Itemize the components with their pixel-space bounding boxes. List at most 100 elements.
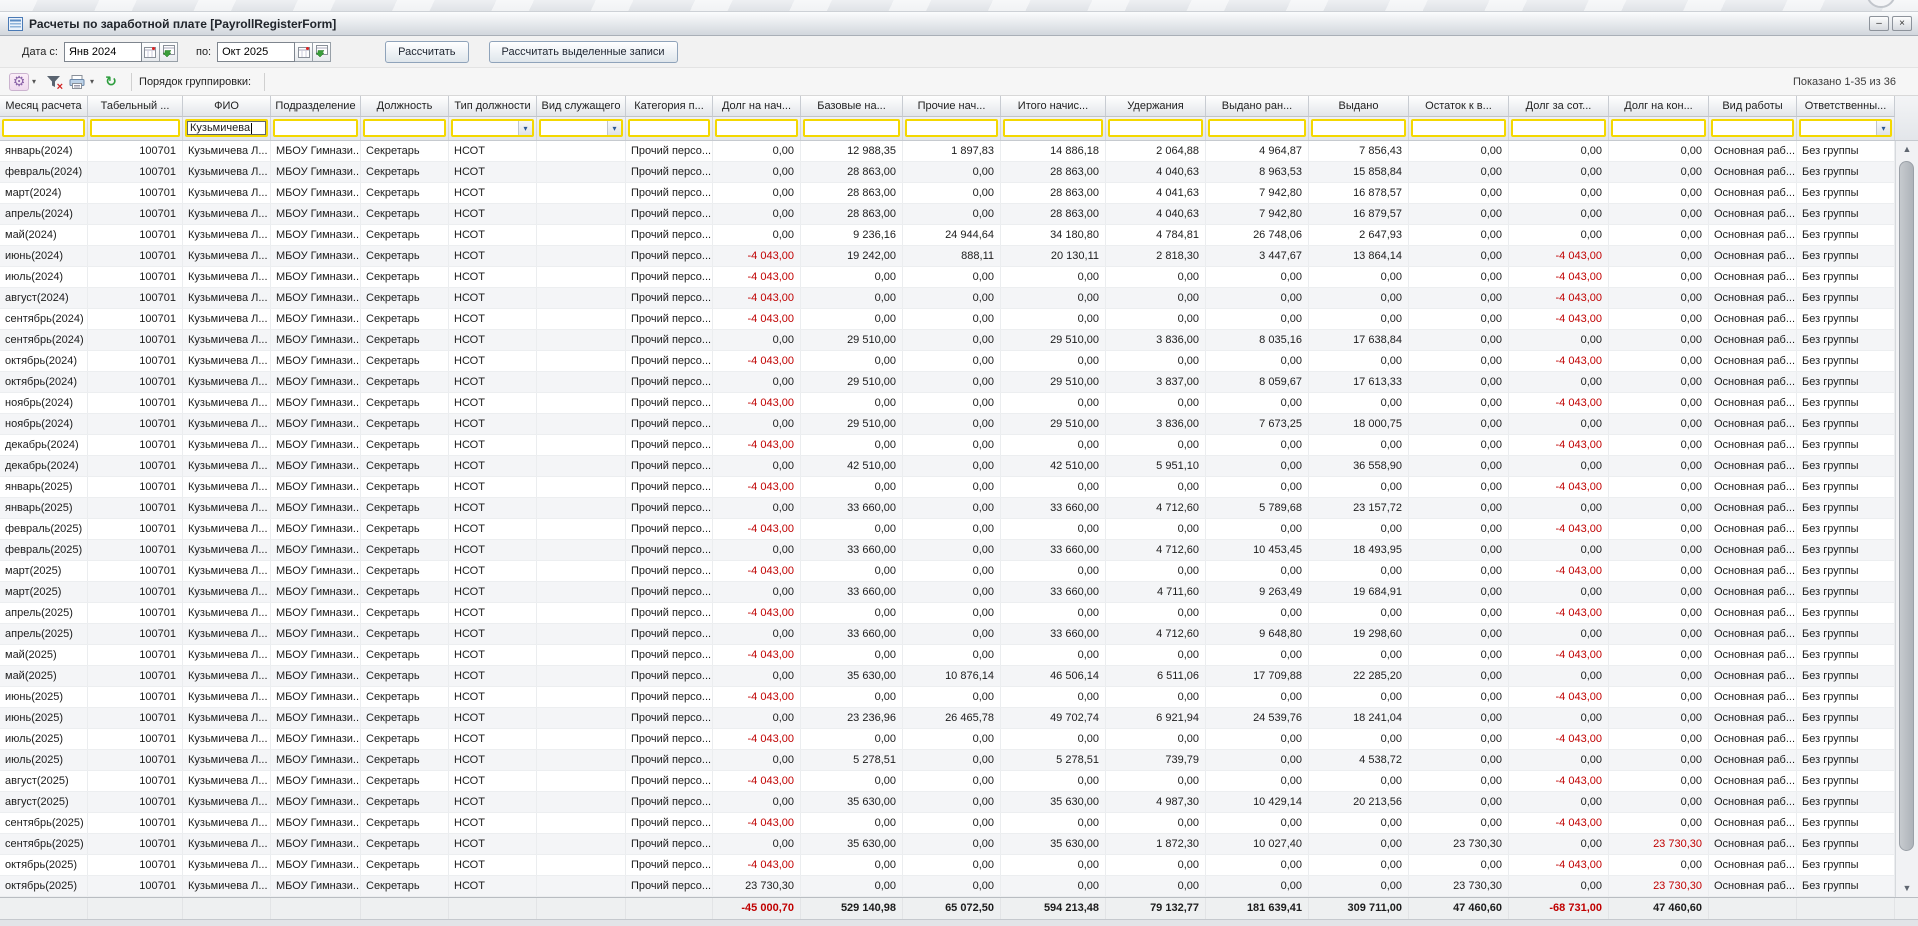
date-from-calendar-icon[interactable] [142, 42, 160, 62]
date-to-calendar-icon[interactable] [295, 42, 313, 62]
filter-base-accruals-input[interactable] [805, 121, 898, 135]
table-row[interactable]: август(2025)100701Кузьмичева Л...МБОУ Ги… [0, 792, 1918, 813]
filter-other-accruals-input[interactable] [907, 121, 996, 135]
vertical-scrollbar[interactable]: ▲ ▼ [1895, 141, 1918, 897]
table-row[interactable]: май(2025)100701Кузьмичева Л...МБОУ Гимна… [0, 645, 1918, 666]
column-header-position[interactable]: Должность [361, 96, 449, 117]
filter-paid-earlier-input[interactable] [1210, 121, 1304, 135]
refresh-icon[interactable]: ↻ [100, 72, 122, 92]
column-header-total-accruals[interactable]: Итого начис... [1001, 96, 1106, 117]
filter-debt-end-input[interactable] [1613, 121, 1704, 135]
column-header-remainder[interactable]: Остаток к в... [1409, 96, 1509, 117]
filter-fio-input[interactable]: Кузьмичева [187, 121, 266, 135]
calculate-button[interactable]: Рассчитать [385, 41, 468, 63]
column-header-paid[interactable]: Выдано [1309, 96, 1409, 117]
table-row[interactable]: октябрь(2024)100701Кузьмичева Л...МБОУ Г… [0, 372, 1918, 393]
filter-work-type-input[interactable] [1713, 121, 1792, 135]
table-row[interactable]: май(2024)100701Кузьмичева Л...МБОУ Гимна… [0, 225, 1918, 246]
column-header-position-type[interactable]: Тип должности [449, 96, 537, 117]
table-row[interactable]: январь(2025)100701Кузьмичева Л...МБОУ Ги… [0, 477, 1918, 498]
table-row[interactable]: ноябрь(2024)100701Кузьмичева Л...МБОУ Ги… [0, 414, 1918, 435]
minimize-button[interactable]: – [1869, 16, 1889, 31]
scroll-up-icon[interactable]: ▲ [1896, 144, 1918, 154]
table-row[interactable]: февраль(2025)100701Кузьмичева Л...МБОУ Г… [0, 519, 1918, 540]
table-row[interactable]: октябрь(2024)100701Кузьмичева Л...МБОУ Г… [0, 351, 1918, 372]
scroll-down-icon[interactable]: ▼ [1896, 883, 1918, 893]
column-header-tab-number[interactable]: Табельный ... [88, 96, 183, 117]
date-from-pick-icon[interactable] [160, 42, 178, 62]
filter-position-input[interactable] [365, 121, 444, 135]
filter-month-input[interactable] [4, 121, 83, 135]
clear-filter-icon[interactable]: × [42, 72, 64, 92]
column-header-fio[interactable]: ФИО [183, 96, 271, 117]
table-row[interactable]: сентябрь(2024)100701Кузьмичева Л...МБОУ … [0, 309, 1918, 330]
table-row[interactable]: сентябрь(2024)100701Кузьмичева Л...МБОУ … [0, 330, 1918, 351]
settings-gear-icon[interactable]: ⚙ [8, 72, 30, 92]
filter-responsible-dropdown-icon[interactable]: ▾ [1876, 121, 1890, 135]
table-row[interactable]: декабрь(2024)100701Кузьмичева Л...МБОУ Г… [0, 435, 1918, 456]
filter-category-input[interactable] [630, 121, 708, 135]
calculate-selected-button[interactable]: Рассчитать выделенные записи [489, 41, 678, 63]
print-dropdown-icon[interactable]: ▾ [90, 77, 94, 86]
table-row[interactable]: июль(2024)100701Кузьмичева Л...МБОУ Гимн… [0, 267, 1918, 288]
filter-remainder-input[interactable] [1413, 121, 1504, 135]
column-header-department[interactable]: Подразделение [271, 96, 361, 117]
table-row[interactable]: март(2025)100701Кузьмичева Л...МБОУ Гимн… [0, 582, 1918, 603]
table-row[interactable]: сентябрь(2025)100701Кузьмичева Л...МБОУ … [0, 834, 1918, 855]
column-header-month[interactable]: Месяц расчета [0, 96, 88, 117]
filter-position-type-dropdown-icon[interactable]: ▾ [518, 121, 532, 135]
column-header-category[interactable]: Категория п... [626, 96, 713, 117]
date-from-input[interactable] [64, 42, 142, 62]
column-header-deductions[interactable]: Удержания [1106, 96, 1206, 117]
column-header-base-accruals[interactable]: Базовые на... [801, 96, 903, 117]
column-header-work-type[interactable]: Вид работы [1709, 96, 1797, 117]
table-row[interactable]: октябрь(2025)100701Кузьмичева Л...МБОУ Г… [0, 876, 1918, 897]
table-row[interactable]: сентябрь(2025)100701Кузьмичева Л...МБОУ … [0, 813, 1918, 834]
filter-position-type-input[interactable] [453, 121, 518, 135]
date-to-input[interactable] [217, 42, 295, 62]
table-row[interactable]: август(2025)100701Кузьмичева Л...МБОУ Ги… [0, 771, 1918, 792]
table-row[interactable]: апрель(2025)100701Кузьмичева Л...МБОУ Ги… [0, 603, 1918, 624]
table-row[interactable]: март(2024)100701Кузьмичева Л...МБОУ Гимн… [0, 183, 1918, 204]
table-row[interactable]: апрель(2024)100701Кузьмичева Л...МБОУ Ги… [0, 204, 1918, 225]
table-row[interactable]: февраль(2025)100701Кузьмичева Л...МБОУ Г… [0, 540, 1918, 561]
column-header-responsible[interactable]: Ответственны... [1797, 96, 1895, 117]
date-to-pick-icon[interactable] [313, 42, 331, 62]
table-row[interactable]: июнь(2025)100701Кузьмичева Л...МБОУ Гимн… [0, 708, 1918, 729]
close-button[interactable]: × [1892, 16, 1912, 31]
filter-debt-employee-input[interactable] [1513, 121, 1604, 135]
table-row[interactable]: декабрь(2024)100701Кузьмичева Л...МБОУ Г… [0, 456, 1918, 477]
table-row[interactable]: июнь(2025)100701Кузьмичева Л...МБОУ Гимн… [0, 687, 1918, 708]
cell-paid-earlier: 0,00 [1206, 393, 1309, 414]
table-row[interactable]: май(2025)100701Кузьмичева Л...МБОУ Гимна… [0, 666, 1918, 687]
filter-debt-start-input[interactable] [717, 121, 796, 135]
table-row[interactable]: ноябрь(2024)100701Кузьмичева Л...МБОУ Ги… [0, 393, 1918, 414]
filter-deductions-input[interactable] [1110, 121, 1201, 135]
table-row[interactable]: июнь(2024)100701Кузьмичева Л...МБОУ Гимн… [0, 246, 1918, 267]
filter-department-input[interactable] [275, 121, 356, 135]
table-row[interactable]: январь(2025)100701Кузьмичева Л...МБОУ Ги… [0, 498, 1918, 519]
column-header-employee-kind[interactable]: Вид служащего [537, 96, 626, 117]
column-header-paid-earlier[interactable]: Выдано ран... [1206, 96, 1309, 117]
column-header-other-accruals[interactable]: Прочие нач... [903, 96, 1001, 117]
table-row[interactable]: июль(2025)100701Кузьмичева Л...МБОУ Гимн… [0, 729, 1918, 750]
column-header-debt-employee[interactable]: Долг за сот... [1509, 96, 1609, 117]
column-header-debt-start[interactable]: Долг на нач... [713, 96, 801, 117]
scrollbar-thumb[interactable] [1899, 161, 1914, 851]
table-row[interactable]: август(2024)100701Кузьмичева Л...МБОУ Ги… [0, 288, 1918, 309]
filter-tab-number-input[interactable] [92, 121, 178, 135]
table-row[interactable]: июль(2025)100701Кузьмичева Л...МБОУ Гимн… [0, 750, 1918, 771]
filter-paid-input[interactable] [1313, 121, 1404, 135]
filter-total-accruals-input[interactable] [1005, 121, 1101, 135]
filter-employee-kind-input[interactable] [541, 121, 607, 135]
column-header-debt-end[interactable]: Долг на кон... [1609, 96, 1709, 117]
filter-employee-kind-dropdown-icon[interactable]: ▾ [607, 121, 621, 135]
print-icon[interactable] [66, 72, 88, 92]
table-row[interactable]: январь(2024)100701Кузьмичева Л...МБОУ Ги… [0, 141, 1918, 162]
settings-dropdown-icon[interactable]: ▾ [32, 77, 36, 86]
table-row[interactable]: октябрь(2025)100701Кузьмичева Л...МБОУ Г… [0, 855, 1918, 876]
filter-responsible-input[interactable] [1801, 121, 1876, 135]
table-row[interactable]: февраль(2024)100701Кузьмичева Л...МБОУ Г… [0, 162, 1918, 183]
table-row[interactable]: апрель(2025)100701Кузьмичева Л...МБОУ Ги… [0, 624, 1918, 645]
table-row[interactable]: март(2025)100701Кузьмичева Л...МБОУ Гимн… [0, 561, 1918, 582]
